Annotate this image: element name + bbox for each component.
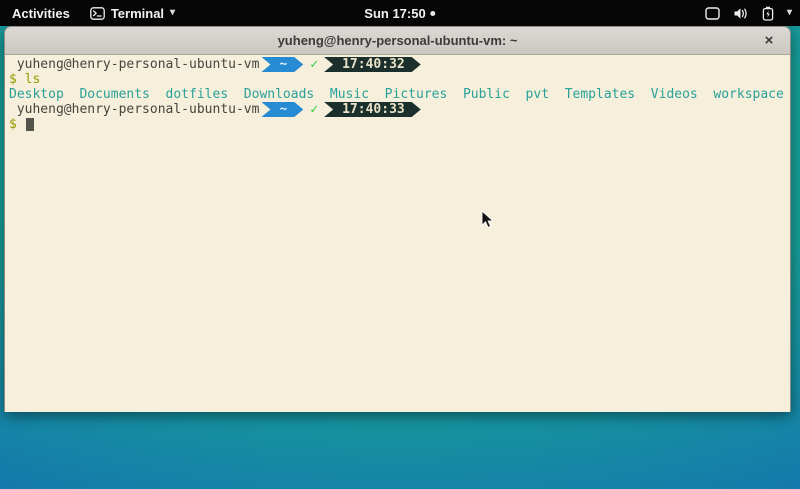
terminal-content[interactable]: yuheng@henry-personal-ubuntu-vm ~ ✓ 17:4…	[5, 55, 790, 412]
prompt-symbol: $	[9, 72, 25, 87]
terminal-window: yuheng@henry-personal-ubuntu-vm: ~ × yuh…	[4, 26, 791, 412]
close-button[interactable]: ×	[758, 27, 780, 54]
status-check-icon: ✓	[310, 102, 318, 117]
text-cursor	[26, 118, 34, 131]
command-line: $ ls	[9, 72, 786, 87]
prompt-symbol: $	[9, 117, 25, 132]
user-host-text: yuheng@henry-personal-ubuntu-vm	[9, 57, 259, 72]
directory-list: Desktop Documents dotfiles Downloads Mus…	[9, 87, 784, 102]
mouse-pointer-icon	[481, 210, 495, 235]
prompt-line-2: yuheng@henry-personal-ubuntu-vm ~ ✓ 17:4…	[9, 102, 786, 117]
user-host-text: yuheng@henry-personal-ubuntu-vm	[9, 102, 259, 117]
terminal-icon	[90, 7, 105, 20]
time-segment: 17:40:33	[324, 102, 421, 117]
prompt-line-1: yuheng@henry-personal-ubuntu-vm ~ ✓ 17:4…	[9, 57, 786, 72]
system-status-area[interactable]: ▾	[705, 0, 792, 26]
notification-dot-icon	[431, 11, 436, 16]
ls-output-line: Desktop Documents dotfiles Downloads Mus…	[9, 87, 786, 102]
command-text: ls	[25, 72, 41, 87]
window-title: yuheng@henry-personal-ubuntu-vm: ~	[5, 33, 790, 48]
battery-charging-icon	[762, 6, 774, 21]
app-menu[interactable]: Terminal ▾	[90, 0, 175, 26]
cwd-segment: ~	[261, 57, 303, 72]
input-line[interactable]: $	[9, 117, 786, 132]
clock-label: Sun 17:50	[364, 6, 425, 21]
time-segment: 17:40:32	[324, 57, 421, 72]
activities-button[interactable]: Activities	[8, 0, 74, 26]
volume-icon	[733, 7, 749, 20]
clock-button[interactable]: Sun 17:50	[364, 0, 435, 26]
app-menu-label: Terminal	[111, 6, 164, 21]
status-check-icon: ✓	[310, 57, 318, 72]
cwd-segment: ~	[261, 102, 303, 117]
top-bar: Activities Terminal ▾ Sun 17:50	[0, 0, 800, 26]
display-icon	[705, 7, 720, 20]
chevron-down-icon: ▾	[170, 8, 175, 18]
window-titlebar[interactable]: yuheng@henry-personal-ubuntu-vm: ~ ×	[5, 27, 790, 55]
system-menu-chevron-icon: ▾	[787, 8, 792, 18]
